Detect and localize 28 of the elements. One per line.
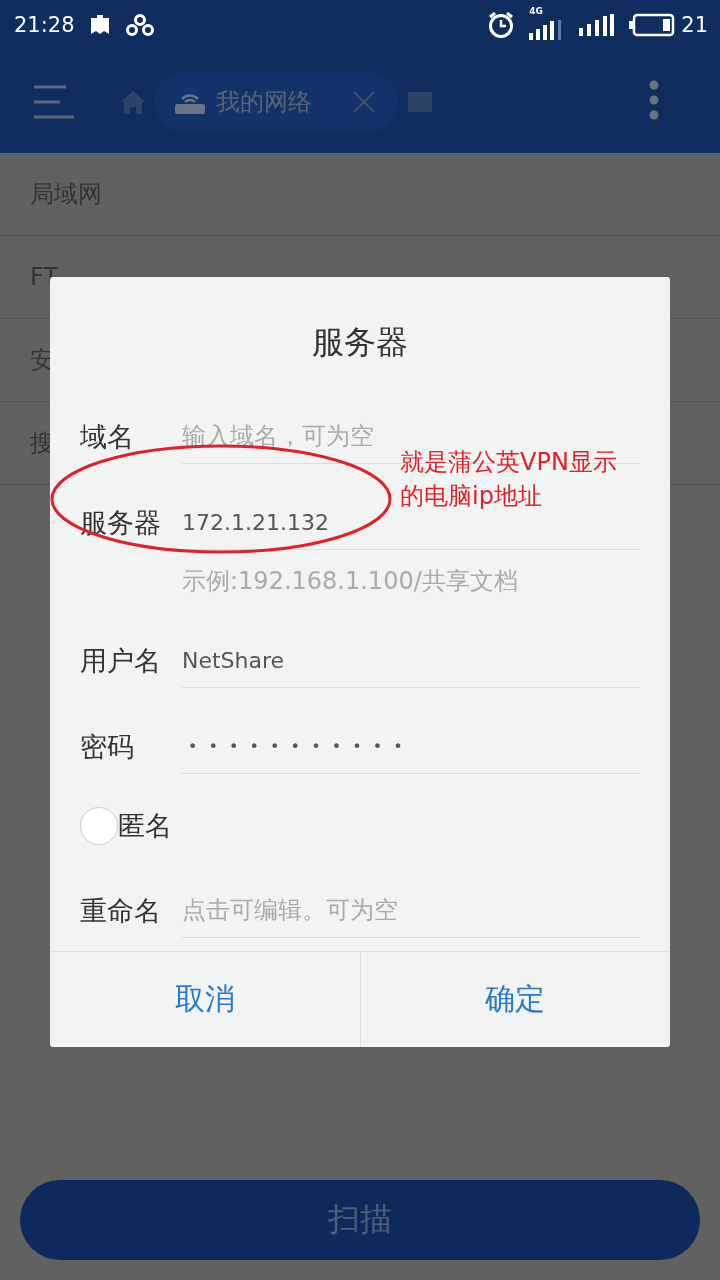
- alarm-icon: [487, 11, 516, 39]
- close-icon[interactable]: [352, 89, 376, 114]
- clock-time: 21:28: [14, 13, 75, 37]
- notification-icon: [88, 14, 111, 36]
- menu-icon[interactable]: [34, 84, 76, 119]
- battery-icon: [629, 13, 676, 37]
- home-icon[interactable]: [120, 89, 146, 114]
- radio-label[interactable]: 匿名: [118, 808, 172, 844]
- field-label: 重命名: [80, 894, 162, 928]
- dialog-title: 服务器: [311, 322, 409, 363]
- dialog-button[interactable]: 取消: [50, 952, 360, 1047]
- field-label: 域名: [80, 420, 135, 454]
- network-tab[interactable]: 我的网络: [154, 70, 398, 133]
- example-hint: 示例:192.168.1.100/共享文档: [182, 566, 518, 597]
- password-field[interactable]: • • • • • • • • • • •: [182, 720, 640, 774]
- scan-button[interactable]: 扫描: [20, 1180, 700, 1260]
- clover-icon: [124, 13, 155, 37]
- field-label: 用户名: [80, 644, 162, 678]
- network-type: 4G: [529, 6, 543, 16]
- dialog-button[interactable]: 确定: [359, 952, 670, 1047]
- signal-icon: [579, 14, 616, 36]
- input-field[interactable]: 点击可编辑。可为空: [182, 884, 640, 938]
- more-icon[interactable]: [649, 80, 659, 120]
- radio-button[interactable]: [80, 807, 118, 845]
- field-label: 服务器: [80, 506, 162, 540]
- battery-level: 21: [681, 13, 708, 37]
- input-field[interactable]: NetShare: [182, 634, 640, 688]
- field-label: 密码: [80, 730, 135, 764]
